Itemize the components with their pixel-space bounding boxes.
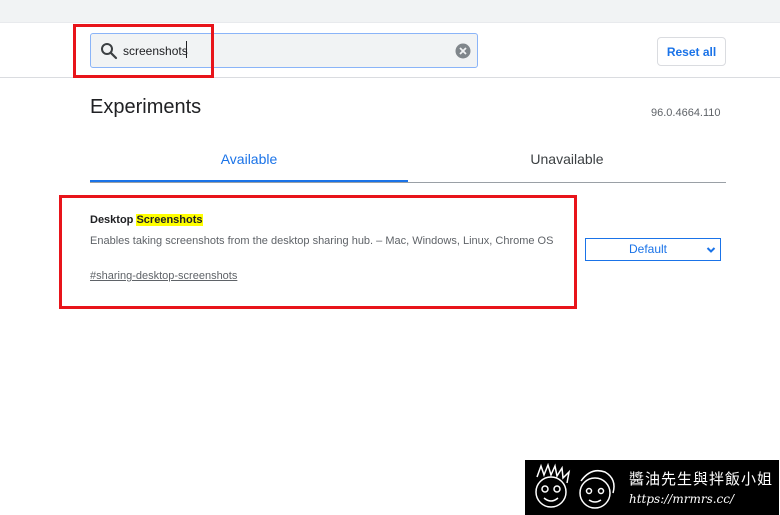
search-input[interactable]: [123, 39, 443, 63]
watermark: 醬油先生與拌飯小姐 https://mrmrs.cc/: [525, 460, 779, 515]
watermark-title: 醬油先生與拌飯小姐: [629, 470, 774, 488]
selected-option: Default: [628, 242, 668, 256]
annotation-box-experiment: [59, 195, 577, 309]
experiment-name-prefix: Desktop: [90, 214, 137, 226]
experiment-permalink[interactable]: #sharing-desktop-screenshots: [90, 270, 237, 282]
active-tab-indicator: [90, 180, 408, 182]
search-box[interactable]: [90, 33, 478, 68]
experiment-state-select[interactable]: Default: [585, 238, 721, 261]
browser-top-strip: [0, 0, 780, 23]
version-label: 96.0.4664.110: [651, 107, 721, 119]
tab-bar: Available Unavailable: [90, 140, 726, 183]
experiment-name: Desktop Screenshots: [90, 214, 203, 226]
text-caret: [186, 41, 187, 58]
tab-available[interactable]: Available: [90, 140, 408, 182]
clear-icon[interactable]: [455, 43, 471, 59]
cartoon-faces-logo: [535, 463, 615, 509]
experiment-description: Enables taking screenshots from the desk…: [90, 235, 554, 247]
watermark-url: https://mrmrs.cc/: [629, 492, 735, 506]
tab-unavailable[interactable]: Unavailable: [408, 140, 726, 182]
reset-all-button[interactable]: Reset all: [657, 37, 726, 66]
page-title: Experiments: [90, 96, 202, 118]
search-icon: [101, 43, 118, 60]
chevron-down-icon: [706, 247, 716, 253]
search-match-highlight: Screenshots: [136, 214, 203, 226]
